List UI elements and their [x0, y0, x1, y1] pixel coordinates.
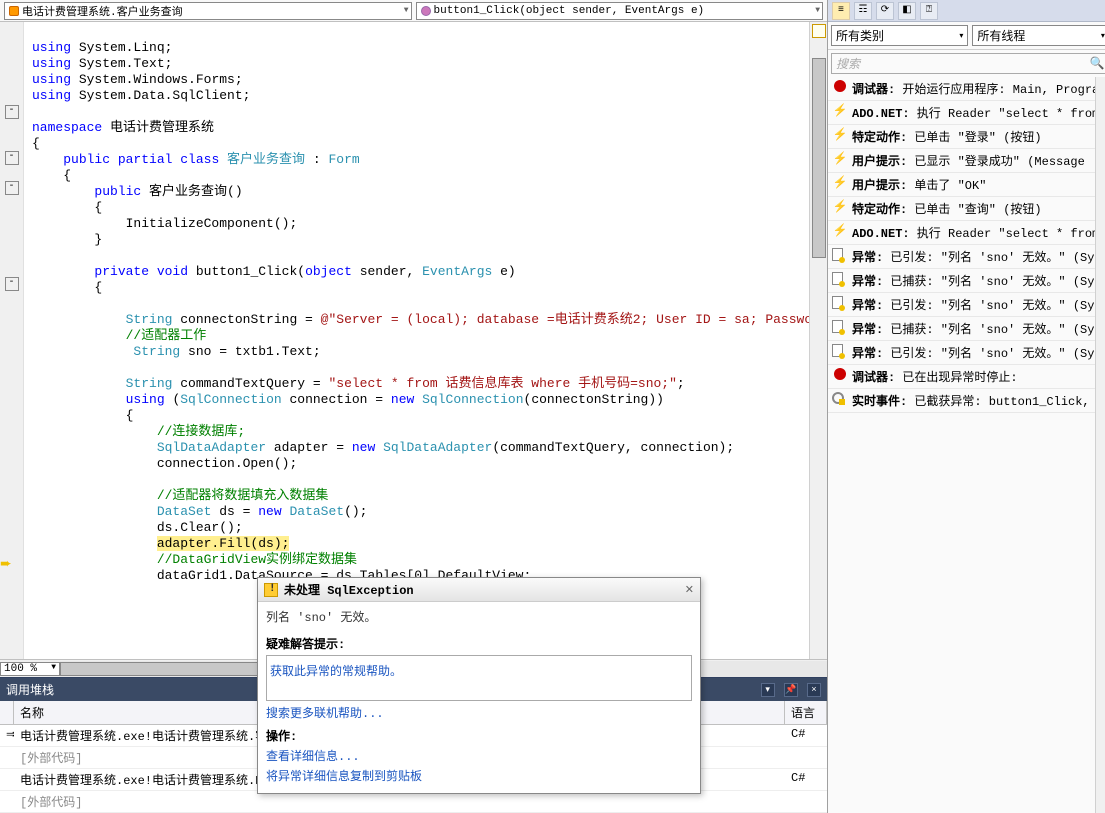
events-scrollbar[interactable]: [1095, 77, 1105, 813]
bolt-icon: ⚡: [832, 128, 848, 142]
callstack-row[interactable]: [外部代码]: [0, 791, 827, 813]
exception-message: 列名 'sno' 无效。: [266, 608, 692, 625]
toolbar-button[interactable]: ⟳: [876, 2, 894, 20]
event-row[interactable]: ⚡特定动作: 已单击 "查询" (按钮): [828, 197, 1105, 221]
exception-icon: [832, 248, 848, 262]
bolt-icon: ⚡: [832, 224, 848, 238]
close-icon[interactable]: ✕: [685, 583, 694, 597]
popup-title: 未处理 SqlException: [284, 581, 685, 598]
scrollbar-thumb[interactable]: [812, 58, 826, 258]
toolbar-button[interactable]: ☶: [854, 2, 872, 20]
toolbar-button[interactable]: ⍰: [920, 2, 938, 20]
diagnostics-toolbar: ≡ ☶ ⟳ ◧ ⍰: [828, 0, 1105, 22]
event-row[interactable]: 异常: 已引发: "列名 'sno' 无效。" (Syst: [828, 341, 1105, 365]
event-row[interactable]: 异常: 已引发: "列名 'sno' 无效。" (Syst: [828, 245, 1105, 269]
debugger-icon: [832, 80, 848, 94]
close-icon[interactable]: ×: [807, 683, 821, 697]
split-icon[interactable]: [812, 24, 826, 38]
member-dropdown[interactable]: button1_Click(object sender, EventArgs e…: [416, 2, 824, 20]
bolt-icon: ⚡: [832, 176, 848, 190]
live-event-icon: [832, 392, 848, 406]
event-row[interactable]: 调试器: 开始运行应用程序: Main, Progra: [828, 77, 1105, 101]
event-row[interactable]: ⚡特定动作: 已单击 "登录" (按钮): [828, 125, 1105, 149]
toolbar-button[interactable]: ◧: [898, 2, 916, 20]
exception-icon: [832, 344, 848, 358]
navigation-bar: 电话计费管理系统.客户业务查询 ▼ button1_Click(object s…: [0, 0, 827, 22]
code-content[interactable]: using System.Linq; using System.Text; us…: [24, 22, 827, 659]
collapse-toggle[interactable]: -: [5, 105, 19, 119]
event-row[interactable]: 异常: 已引发: "列名 'sno' 无效。" (Syst: [828, 293, 1105, 317]
exception-popup[interactable]: 未处理 SqlException ✕ 列名 'sno' 无效。 疑难解答提示: …: [257, 577, 701, 794]
event-row[interactable]: 调试器: 已在出现异常时停止:: [828, 365, 1105, 389]
bolt-icon: ⚡: [832, 104, 848, 118]
chevron-down-icon: ▼: [815, 6, 820, 15]
exception-icon: [832, 296, 848, 310]
dropdown-icon[interactable]: ▾: [761, 683, 775, 697]
chevron-down-icon: ▼: [404, 6, 409, 15]
pin-icon[interactable]: 📌: [784, 683, 798, 697]
zoom-dropdown[interactable]: 100 %▼: [0, 662, 60, 676]
collapse-toggle[interactable]: -: [5, 277, 19, 291]
member-dropdown-label: button1_Click(object sender, EventArgs e…: [434, 5, 705, 17]
warning-icon: [264, 583, 278, 597]
copy-exception-link[interactable]: 将异常详细信息复制到剪贴板: [266, 767, 692, 784]
collapse-toggle[interactable]: -: [5, 181, 19, 195]
event-row[interactable]: 实时事件: 已截获异常: button1_Click, 客: [828, 389, 1105, 413]
exception-icon: [832, 272, 848, 286]
thread-filter-dropdown[interactable]: 所有线程▾: [972, 25, 1105, 46]
event-row[interactable]: ⚡用户提示: 已显示 "登录成功" (Message: [828, 149, 1105, 173]
events-list[interactable]: 调试器: 开始运行应用程序: Main, Progra⚡ADO.NET: 执行 …: [828, 77, 1105, 813]
event-row[interactable]: ⚡ADO.NET: 执行 Reader "select * from: [828, 101, 1105, 125]
bolt-icon: ⚡: [832, 152, 848, 166]
view-list-button[interactable]: ≡: [832, 2, 850, 20]
filter-row: 所有类别▾ 所有线程▾: [828, 22, 1105, 50]
method-icon: [421, 6, 431, 16]
callstack-title: 调用堆栈: [6, 681, 54, 698]
debugger-icon: [832, 368, 848, 382]
event-row[interactable]: 异常: 已捕获: "列名 'sno' 无效。" (Syst: [828, 317, 1105, 341]
bolt-icon: ⚡: [832, 200, 848, 214]
search-online-help-link[interactable]: 搜索更多联机帮助...: [266, 704, 692, 721]
search-icon: 🔍: [1090, 56, 1105, 71]
event-row[interactable]: ⚡ADO.NET: 执行 Reader "select * from: [828, 221, 1105, 245]
editor-vertical-scrollbar[interactable]: [809, 22, 827, 659]
col-lang[interactable]: 语言: [785, 701, 827, 724]
hint-link[interactable]: 获取此异常的常规帮助。: [270, 662, 688, 679]
event-row[interactable]: 异常: 已捕获: "列名 'sno' 无效。" (Syst: [828, 269, 1105, 293]
exception-icon: [832, 320, 848, 334]
collapse-toggle[interactable]: -: [5, 151, 19, 165]
search-input[interactable]: 搜索 🔍: [831, 53, 1105, 74]
actions-header: 操作:: [266, 727, 692, 744]
popup-header[interactable]: 未处理 SqlException ✕: [258, 578, 700, 602]
current-line-arrow-icon: ➨: [0, 556, 12, 573]
hint-box[interactable]: 获取此异常的常规帮助。: [266, 655, 692, 701]
class-icon: [9, 6, 19, 16]
category-filter-dropdown[interactable]: 所有类别▾: [831, 25, 968, 46]
view-detail-link[interactable]: 查看详细信息...: [266, 747, 692, 764]
class-dropdown[interactable]: 电话计费管理系统.客户业务查询 ▼: [4, 2, 412, 20]
event-row[interactable]: ⚡用户提示: 单击了 "OK": [828, 173, 1105, 197]
code-editor[interactable]: ➨ - - - - using System.Linq; using Syste…: [0, 22, 827, 659]
hint-header: 疑难解答提示:: [266, 635, 692, 652]
class-dropdown-label: 电话计费管理系统.客户业务查询: [22, 3, 183, 19]
exception-line-highlight: adapter.Fill(ds);: [157, 536, 290, 551]
